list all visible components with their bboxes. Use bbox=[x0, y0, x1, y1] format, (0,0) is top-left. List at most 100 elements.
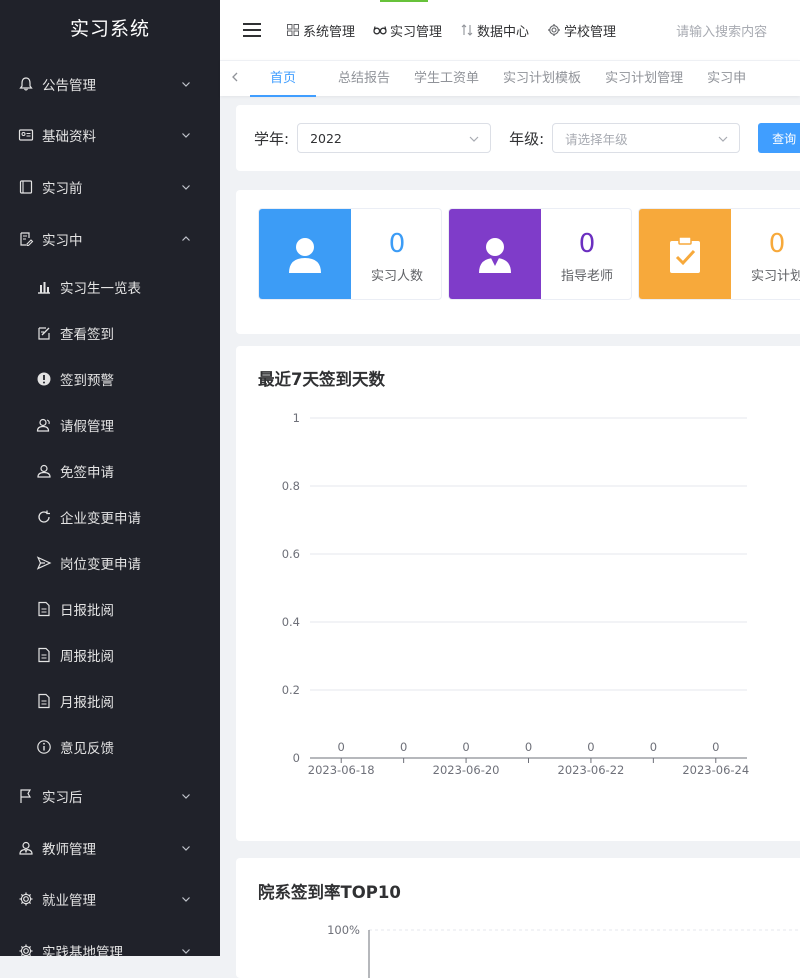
document-icon bbox=[36, 601, 52, 617]
tab-0[interactable]: 首页 bbox=[250, 61, 317, 97]
top-bar: 系统管理 实习管理 数据中心 学校管理 请输入搜索内容 bbox=[220, 0, 800, 60]
sidebar-item-sidebar-after_items-0[interactable]: 实习后 bbox=[0, 770, 220, 822]
topnav-item-label: 学校管理 bbox=[564, 24, 617, 40]
clipboard-check-icon bbox=[670, 236, 700, 273]
tab-2[interactable]: 学生工资单 bbox=[414, 61, 503, 97]
sidebar-item-sidebar-items-1[interactable]: 基础资料 bbox=[0, 110, 220, 162]
sidebar-subitem-6[interactable]: 岗位变更申请 bbox=[0, 540, 220, 586]
topnav-item-label: 数据中心 bbox=[477, 24, 530, 40]
sidebar-subitem-9[interactable]: 月报批阅 bbox=[0, 678, 220, 724]
sidebar-subitem-label: 实习生一览表 bbox=[60, 281, 141, 298]
bar-chart-icon bbox=[36, 279, 52, 295]
grade-label: 年级: bbox=[509, 129, 545, 148]
y-tick-label: 0.6 bbox=[282, 547, 300, 561]
grade-select[interactable]: 请选择年级 bbox=[552, 123, 741, 153]
sidebar-subitem-label: 免签申请 bbox=[60, 465, 114, 482]
year-select-value: 2022 bbox=[310, 130, 342, 146]
document-icon bbox=[36, 693, 52, 709]
sidebar-item-label: 实习前 bbox=[42, 180, 83, 197]
sidebar-item-label: 实习后 bbox=[42, 790, 83, 807]
chart-card-dept-signin-rate: 院系签到率TOP10 100% bbox=[236, 858, 800, 978]
topnav-item-label: 系统管理 bbox=[303, 24, 356, 40]
sidebar-subitem-8[interactable]: 周报批阅 bbox=[0, 632, 220, 678]
topnav-item-2[interactable]: 数据中心 bbox=[460, 21, 529, 40]
sidebar-item-label: 就业管理 bbox=[42, 893, 96, 910]
y-tick-label: 0.8 bbox=[282, 479, 300, 493]
topnav-item-0[interactable]: 系统管理 bbox=[286, 21, 355, 40]
refresh-icon bbox=[36, 509, 52, 525]
bar-data-label: 0 bbox=[338, 740, 345, 754]
topnav-item-3[interactable]: 学校管理 bbox=[547, 21, 616, 40]
notebook-icon bbox=[18, 179, 34, 195]
tab-3[interactable]: 实习计划模板 bbox=[503, 61, 605, 97]
stat-icon-box bbox=[639, 209, 731, 299]
stats-panel: 0 实习人数 0 指导老师 0 实习计划 bbox=[236, 190, 800, 334]
sidebar-item-sidebar-items-2[interactable]: 实习前 bbox=[0, 161, 220, 213]
topnav-item-label: 实习管理 bbox=[390, 24, 443, 40]
signin-chart: 0 0.2 0.4 0.6 0.8 1 0 2023-06-18 0 0 2023-06-20 0 0 2… bbox=[282, 411, 750, 777]
chevron-down-icon bbox=[182, 949, 190, 954]
sidebar-subitem-1[interactable]: 查看签到 bbox=[0, 310, 220, 356]
sidebar-subitem-3[interactable]: 请假管理 bbox=[0, 402, 220, 448]
warning-icon bbox=[36, 371, 52, 387]
sidebar-subitem-10[interactable]: 意见反馈 bbox=[0, 724, 220, 770]
sidebar-subitem-2[interactable]: 签到预警 bbox=[0, 356, 220, 402]
sidebar-subitem-label: 查看签到 bbox=[60, 327, 114, 344]
tab-1[interactable]: 总结报告 bbox=[338, 61, 414, 97]
filter-panel: 学年: 2022 年级: 请选择年级 查询 bbox=[236, 105, 800, 171]
chevron-down-icon bbox=[182, 133, 190, 139]
y-tick-label: 0 bbox=[293, 751, 300, 765]
y-tick-label: 1 bbox=[293, 411, 300, 425]
chevron-down-icon bbox=[182, 845, 190, 851]
sidebar-subitem-7[interactable]: 日报批阅 bbox=[0, 586, 220, 632]
grid-icon bbox=[286, 23, 300, 37]
search-input[interactable]: 请输入搜索内容 bbox=[676, 21, 767, 40]
sidebar-item-label: 基础资料 bbox=[42, 129, 96, 146]
sidebar-subitem-label: 企业变更申请 bbox=[60, 511, 141, 528]
sidebar-subitem-5[interactable]: 企业变更申请 bbox=[0, 494, 220, 540]
bar-data-label: 0 bbox=[587, 740, 594, 754]
year-label: 学年: bbox=[254, 129, 290, 148]
sidebar-item-sidebar-after_items-2[interactable]: 就业管理 bbox=[0, 874, 220, 926]
topnav-item-1[interactable]: 实习管理 bbox=[373, 21, 442, 40]
query-button[interactable]: 查询 bbox=[758, 123, 800, 153]
stat-value: 0 bbox=[388, 229, 406, 259]
sidebar-item-label: 公告管理 bbox=[42, 77, 96, 94]
chevron-up-icon bbox=[182, 235, 190, 241]
tab-scroll-left-button[interactable] bbox=[220, 71, 250, 86]
sidebar-subitem-0[interactable]: 实习生一览表 bbox=[0, 264, 220, 310]
teacher-icon bbox=[479, 238, 511, 273]
stat-value: 0 bbox=[768, 229, 786, 259]
menu-toggle-button[interactable] bbox=[220, 0, 286, 60]
stat-card-interns: 0 实习人数 bbox=[258, 208, 442, 300]
y-tick-label: 100% bbox=[327, 923, 360, 937]
stat-card-teachers: 0 指导老师 bbox=[448, 208, 632, 300]
sidebar-item-sidebar-items-0[interactable]: 公告管理 bbox=[0, 58, 220, 110]
tab-4[interactable]: 实习计划管理 bbox=[605, 61, 707, 97]
gear-icon bbox=[18, 891, 34, 907]
stat-icon-box bbox=[259, 209, 351, 299]
year-select[interactable]: 2022 bbox=[297, 123, 492, 153]
id-card-icon bbox=[18, 127, 34, 143]
sidebar-subitem-label: 意见反馈 bbox=[60, 741, 114, 758]
bar-data-label: 0 bbox=[462, 740, 469, 754]
sidebar-item-sidebar-items-3[interactable]: 实习中 bbox=[0, 213, 220, 265]
tab-5[interactable]: 实习申 bbox=[707, 61, 770, 97]
stat-label: 实习计划 bbox=[750, 269, 800, 284]
sidebar-subitem-label: 周报批阅 bbox=[60, 649, 114, 666]
teacher-icon bbox=[18, 840, 34, 856]
sidebar-item-sidebar-after_items-3[interactable]: 实践基地管理 bbox=[0, 925, 220, 956]
sidebar-item-label: 实习中 bbox=[42, 232, 83, 249]
sidebar-subitem-4[interactable]: 免签申请 bbox=[0, 448, 220, 494]
send-icon bbox=[36, 555, 52, 571]
tab-bar: 首页 总结报告 学生工资单 实习计划模板 实习计划管理 实习申 bbox=[220, 60, 800, 97]
document-icon bbox=[36, 647, 52, 663]
sidebar-item-sidebar-after_items-1[interactable]: 教师管理 bbox=[0, 822, 220, 874]
chevron-left-icon bbox=[232, 72, 238, 82]
glasses-icon bbox=[373, 23, 387, 37]
sidebar-item-label: 教师管理 bbox=[42, 841, 96, 858]
stat-icon-box bbox=[449, 209, 541, 299]
bar-data-label: 0 bbox=[712, 740, 719, 754]
x-tick-label: 2023-06-24 bbox=[682, 763, 749, 777]
x-tick-label: 2023-06-20 bbox=[433, 763, 500, 777]
